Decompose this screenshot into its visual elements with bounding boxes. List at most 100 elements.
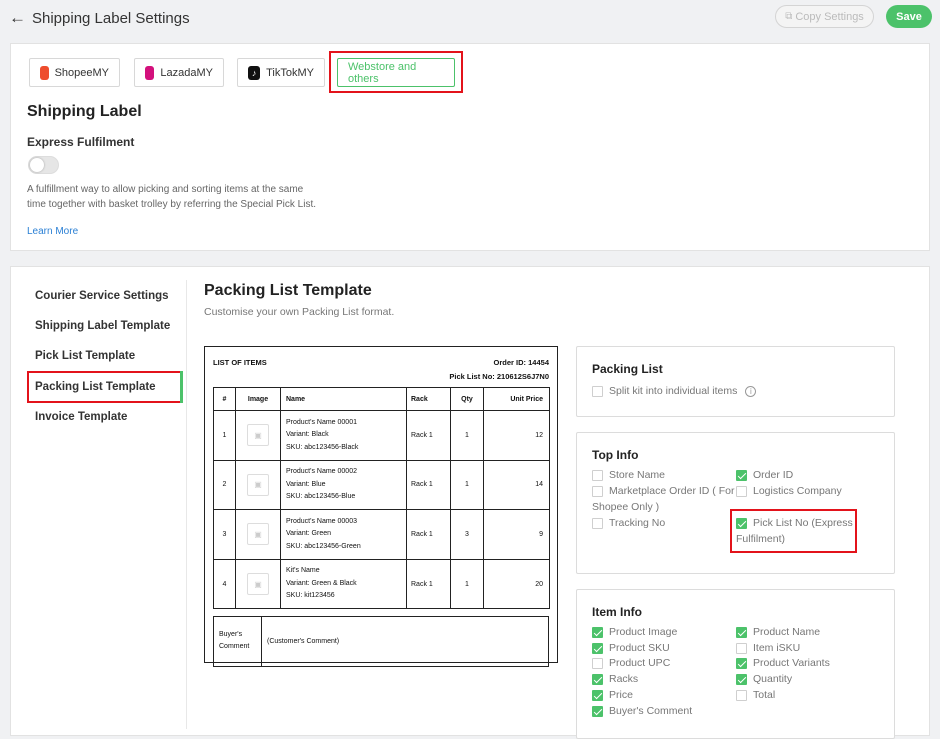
rack-cell: Rack 1 [406,509,451,560]
express-fulfilment-toggle[interactable] [28,156,59,174]
shipping-label-heading: Shipping Label [27,103,142,120]
racks-checkbox[interactable] [592,673,603,685]
column-header: Qty [450,387,484,411]
learn-more-link[interactable]: Learn More [27,226,78,237]
product-image-checkbox[interactable] [592,626,603,638]
product-image-placeholder-icon: ▣ [247,424,269,447]
product-name-cell: Kit's Name Variant: Green & Black SKU: kit… [280,558,407,610]
copy-settings-button[interactable]: ⧉ Copy Settings [775,5,874,28]
rack-cell: Rack 1 [406,558,451,610]
packing-list-subtitle: Customise your own Packing List format. [204,306,395,318]
table-row: 4 ▣ Kit's Name Variant: Green & Black SKU:… [213,558,550,610]
row-number: 1 [213,410,236,461]
product-name-cell: Product's Name 00001 Variant: Black SKU: a… [280,410,407,461]
product-image-placeholder-icon: ▣ [247,523,269,546]
rack-cell: Rack 1 [406,410,451,461]
price-cell: 9 [483,509,550,560]
items-table: # Image Name Rack Qty Unit Price 1 ▣ Pro… [213,387,550,610]
sidebar-item-invoice[interactable]: Invoice Template [35,411,127,423]
sidebar-item-packing-list[interactable]: Packing List Template [35,381,156,393]
quantity-option[interactable]: Quantity [736,672,792,686]
total-checkbox[interactable] [736,689,747,701]
store-name-checkbox[interactable] [592,469,603,481]
qty-cell: 1 [450,558,484,610]
buyer-comment-value: (Customer's Comment) [261,616,549,667]
tab-webstore[interactable]: Webstore and others [337,58,455,87]
marketplace-order-id-checkbox[interactable] [592,485,603,497]
packing-list-title: Packing List Template [204,282,372,299]
order-id-text: Order ID: 14454 [493,358,549,367]
product-name-option[interactable]: Product Name [736,625,820,639]
qty-cell: 1 [450,459,484,511]
back-arrow-icon[interactable]: ← [9,8,26,28]
racks-option[interactable]: Racks [592,672,638,686]
item-info-heading: Item Info [592,605,642,619]
store-name-option[interactable]: Store Name [592,468,665,482]
product-name-cell: Product's Name 00002 Variant: Blue SKU: ab… [280,459,407,511]
product-image-option[interactable]: Product Image [592,625,677,639]
sidebar-divider [186,280,187,729]
qty-cell: 1 [450,410,484,461]
table-row: 3 ▣ Product's Name 00003 Variant: Green SK… [213,509,550,560]
page-title: Shipping Label Settings [32,10,190,27]
save-button[interactable]: Save [886,5,932,28]
column-header: # [213,387,236,411]
row-number: 3 [213,509,236,560]
logistics-company-checkbox[interactable] [736,485,747,497]
item-isku-option[interactable]: Item iSKU [736,641,800,655]
order-id-checkbox[interactable] [736,469,747,481]
sidebar-item-courier[interactable]: Courier Service Settings [35,290,169,302]
buyers-comment-option[interactable]: Buyer's Comment [592,704,692,718]
tab-shopee[interactable]: ShopeeMY [29,58,120,87]
price-option[interactable]: Price [592,688,633,702]
price-cell: 14 [483,459,550,511]
product-image-placeholder-icon: ▣ [247,473,269,496]
tracking-no-option[interactable]: Tracking No [592,516,665,530]
marketplace-order-id-option[interactable]: Marketplace Order ID ( For [592,484,734,498]
product-upc-option[interactable]: Product UPC [592,656,670,670]
product-name-checkbox[interactable] [736,626,747,638]
table-row: 2 ▣ Product's Name 00002 Variant: Blue SKU… [213,459,550,511]
item-info-options: Item Info Product Image Product Name Pro… [576,589,895,739]
active-indicator [180,371,183,403]
highlight-box [730,509,857,553]
row-number: 4 [213,558,236,610]
buyer-comment-table: Buyer's Comment (Customer's Comment) [213,616,549,667]
express-description: A fulfillment way to allow picking and s… [27,184,317,210]
column-header: Unit Price [483,387,550,411]
product-upc-checkbox[interactable] [592,657,603,669]
quantity-checkbox[interactable] [736,673,747,685]
table-header-row: # Image Name Rack Qty Unit Price [213,387,550,411]
top-info-heading: Top Info [592,448,639,462]
total-option[interactable]: Total [736,688,775,702]
column-header: Name [280,387,407,411]
product-sku-checkbox[interactable] [592,642,603,654]
buyers-comment-checkbox[interactable] [592,705,603,717]
qty-cell: 3 [450,509,484,560]
tiktok-icon: ♪ [248,65,261,80]
product-sku-option[interactable]: Product SKU [592,641,670,655]
split-kit-option[interactable]: Split kit into individual items i [592,384,757,398]
product-image-placeholder-icon: ▣ [247,573,269,596]
sidebar-item-shipping-label[interactable]: Shipping Label Template [35,320,170,332]
info-icon[interactable]: i [745,385,757,397]
split-kit-checkbox[interactable] [592,385,603,397]
order-id-option[interactable]: Order ID [736,468,793,482]
copy-icon: ⧉ [785,11,793,22]
product-variants-checkbox[interactable] [736,657,747,669]
packing-list-options: Packing List Split kit into individual i… [576,346,895,417]
sidebar-item-pick-list[interactable]: Pick List Template [35,350,135,362]
logistics-company-option[interactable]: Logistics Company [736,484,842,498]
tab-lazada[interactable]: LazadaMY [134,58,224,87]
product-name-cell: Product's Name 00003 Variant: Green SKU: a… [280,509,407,560]
express-fulfilment-label: Express Fulfilment [27,135,135,149]
price-checkbox[interactable] [592,689,603,701]
tab-tiktok[interactable]: ♪ TikTokMY [237,58,325,87]
price-cell: 20 [483,558,550,610]
price-cell: 12 [483,410,550,461]
item-isku-checkbox[interactable] [736,642,747,654]
list-of-items-title: LIST OF ITEMS [213,358,267,367]
rack-cell: Rack 1 [406,459,451,511]
product-variants-option[interactable]: Product Variants [736,656,830,670]
tracking-no-checkbox[interactable] [592,517,603,529]
